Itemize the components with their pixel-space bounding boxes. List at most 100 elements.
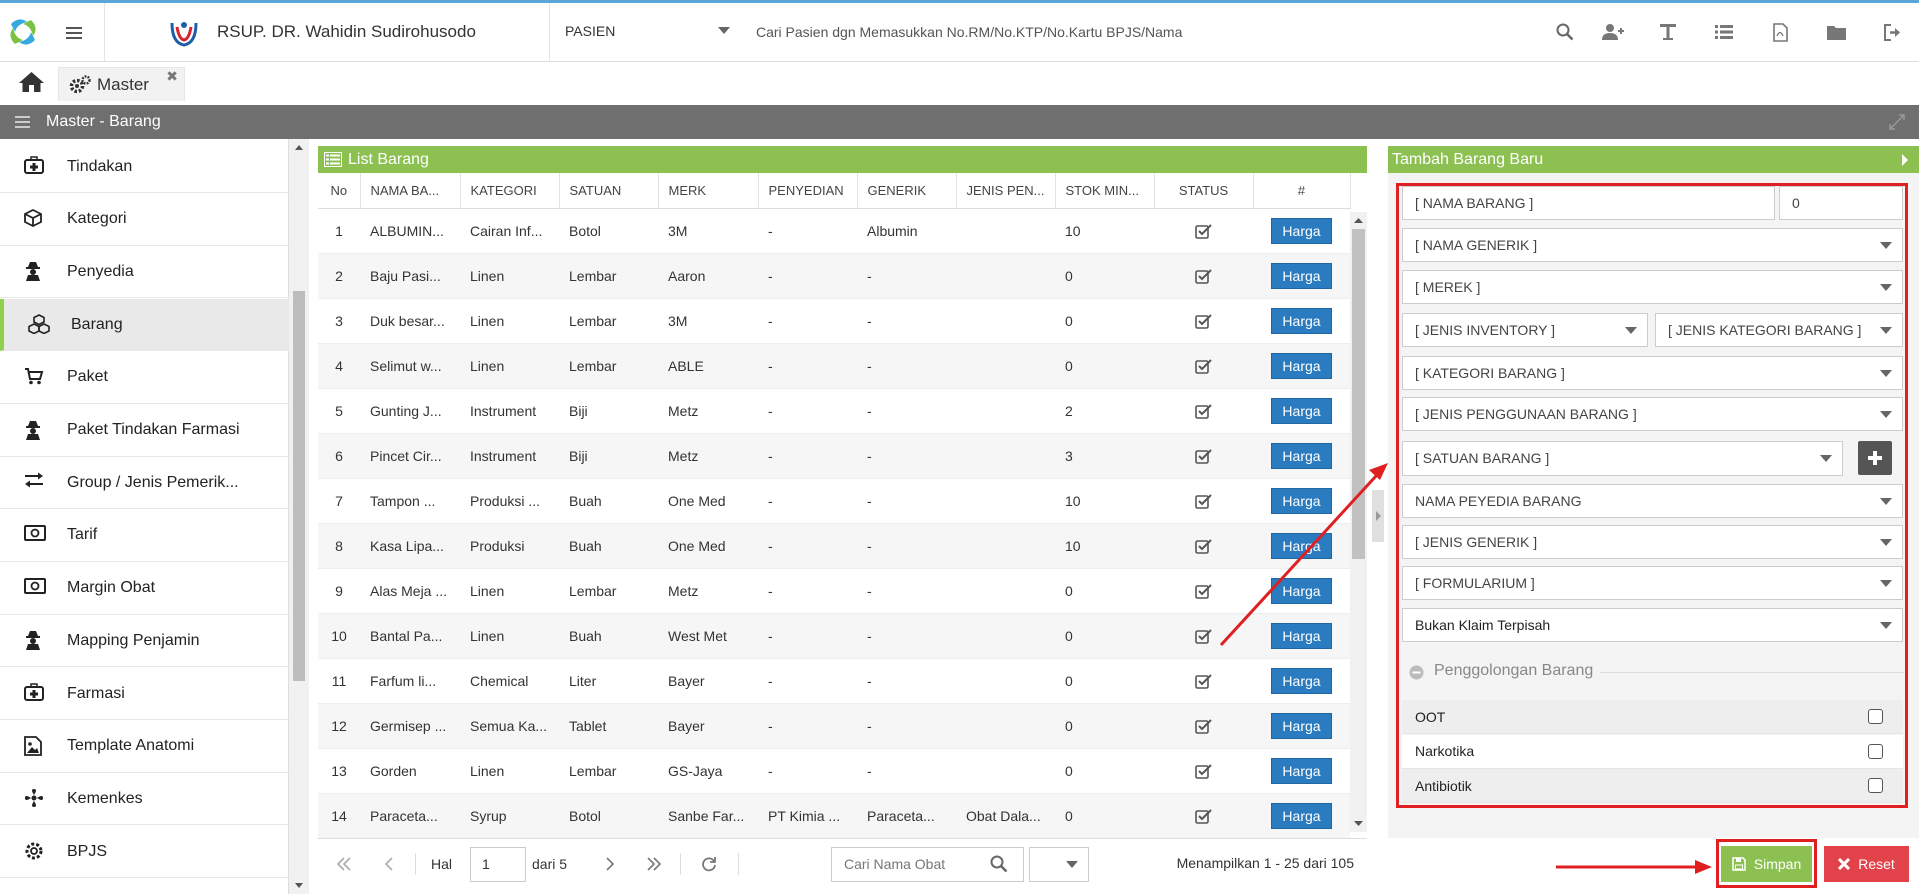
table-row[interactable]: 1 ALBUMIN... Cairan Inf... Botol 3M - Albumin 1… bbox=[318, 208, 1350, 254]
first-page-icon[interactable] bbox=[336, 839, 352, 889]
expand-icon[interactable] bbox=[1889, 114, 1905, 130]
reset-button[interactable]: Reset bbox=[1824, 846, 1909, 882]
sidebar-item-template-anatomi[interactable]: Template Anatomi bbox=[0, 721, 289, 773]
checked-checkbox-icon[interactable] bbox=[1194, 448, 1213, 464]
harga-button[interactable]: Harga bbox=[1271, 217, 1332, 244]
refresh-icon[interactable] bbox=[701, 839, 717, 889]
sidebar-item-mapping-penjamin[interactable]: Mapping Penjamin bbox=[0, 615, 289, 668]
sidebar-item-tindakan[interactable]: Tindakan bbox=[0, 141, 289, 193]
checked-checkbox-icon[interactable] bbox=[1194, 268, 1213, 284]
sidebar-item-kategori[interactable]: Kategori bbox=[0, 194, 289, 246]
search-category-select[interactable]: PASIEN bbox=[565, 23, 615, 39]
menu-icon[interactable] bbox=[15, 116, 30, 128]
checked-checkbox-icon[interactable] bbox=[1194, 718, 1213, 734]
column-header[interactable]: # bbox=[1253, 173, 1351, 209]
checked-checkbox-icon[interactable] bbox=[1194, 673, 1213, 689]
column-header[interactable]: MERK bbox=[658, 173, 759, 209]
folder-icon[interactable] bbox=[1824, 20, 1848, 44]
sidebar-scrollbar[interactable] bbox=[289, 139, 309, 894]
checked-checkbox-icon[interactable] bbox=[1194, 808, 1213, 824]
table-row[interactable]: 3 Duk besar... Linen Lembar 3M - -0 Harga bbox=[318, 298, 1350, 344]
sidebar-item-bpjs[interactable]: BPJS bbox=[0, 826, 289, 879]
home-icon[interactable] bbox=[18, 71, 45, 93]
sidebar-item-tarif[interactable]: Tarif bbox=[0, 510, 289, 562]
harga-button[interactable]: Harga bbox=[1271, 667, 1332, 694]
close-icon[interactable]: ✖ bbox=[166, 68, 178, 85]
sidebar-item-barang[interactable]: Barang bbox=[0, 299, 289, 352]
harga-button[interactable]: Harga bbox=[1271, 577, 1332, 604]
table-scrollbar[interactable] bbox=[1350, 212, 1367, 832]
tab-master[interactable]: Master ✖ bbox=[58, 67, 185, 101]
column-header[interactable]: No bbox=[318, 173, 361, 209]
column-header[interactable]: KATEGORI bbox=[460, 173, 560, 209]
table-row[interactable]: 4 Selimut w... Linen Lembar ABLE - -0 Harga bbox=[318, 343, 1350, 389]
table-row[interactable]: 5 Gunting J... Instrument Biji Metz - -2 Harga bbox=[318, 388, 1350, 434]
harga-button[interactable]: Harga bbox=[1271, 262, 1332, 289]
column-header[interactable]: GENERIK bbox=[857, 173, 957, 209]
checked-checkbox-icon[interactable] bbox=[1194, 538, 1213, 554]
checked-checkbox-icon[interactable] bbox=[1194, 763, 1213, 779]
checked-checkbox-icon[interactable] bbox=[1194, 358, 1213, 374]
harga-button[interactable]: Harga bbox=[1271, 487, 1332, 514]
checked-checkbox-icon[interactable] bbox=[1194, 403, 1213, 419]
table-row[interactable]: 6 Pincet Cir... Instrument Biji Metz - -3 Harga bbox=[318, 433, 1350, 479]
hamburger-menu-button[interactable] bbox=[51, 15, 97, 51]
sidebar-item-penyedia[interactable]: Penyedia bbox=[0, 246, 289, 299]
table-row[interactable]: 9 Alas Meja ... Linen Lembar Metz - -0 Harga bbox=[318, 568, 1350, 614]
add-user-icon[interactable] bbox=[1601, 20, 1625, 44]
table-scroll-thumb[interactable] bbox=[1352, 229, 1365, 559]
page-number-input[interactable]: 1 bbox=[470, 847, 526, 882]
column-header[interactable]: NAMA BA... bbox=[360, 173, 461, 209]
table-row[interactable]: 7 Tampon ... Produksi ... Buah One Med - -10 Ha… bbox=[318, 478, 1350, 524]
harga-button[interactable]: Harga bbox=[1271, 712, 1332, 739]
search-icon[interactable] bbox=[990, 855, 1008, 873]
sidebar-item-paket-tindakan-farmasi[interactable]: Paket Tindakan Farmasi bbox=[0, 405, 289, 457]
checked-checkbox-icon[interactable] bbox=[1194, 628, 1213, 644]
harga-button[interactable]: Harga bbox=[1271, 352, 1332, 379]
table-row[interactable]: 2 Baju Pasi... Linen Lembar Aaron - -0 Harga bbox=[318, 253, 1350, 299]
harga-button[interactable]: Harga bbox=[1271, 397, 1332, 424]
harga-button[interactable]: Harga bbox=[1271, 532, 1332, 559]
search-icon[interactable] bbox=[1553, 20, 1577, 44]
harga-button[interactable]: Harga bbox=[1271, 757, 1332, 784]
next-page-icon[interactable] bbox=[605, 839, 615, 889]
column-header[interactable]: PENYEDIAN bbox=[758, 173, 858, 209]
sidebar-item-kemenkes[interactable]: Kemenkes bbox=[0, 773, 289, 826]
table-row[interactable]: 14 Paraceta... Syrup Botol Sanbe Far... PT Ki… bbox=[318, 793, 1350, 839]
checked-checkbox-icon[interactable] bbox=[1194, 313, 1213, 329]
caret-right-icon[interactable] bbox=[1901, 154, 1909, 166]
sidebar-item-paket[interactable]: Paket bbox=[0, 352, 289, 404]
table-row[interactable]: 8 Kasa Lipa... Produksi Buah One Med - -10 Harg… bbox=[318, 523, 1350, 569]
patient-search-input[interactable]: Cari Pasien dgn Memasukkan No.RM/No.KTP/… bbox=[756, 24, 1182, 40]
text-icon[interactable] bbox=[1656, 20, 1680, 44]
column-header[interactable]: STATUS bbox=[1154, 173, 1254, 209]
sidebar-item-group-jenis-pemerik[interactable]: Group / Jenis Pemerik... bbox=[0, 457, 289, 510]
checked-checkbox-icon[interactable] bbox=[1194, 223, 1213, 239]
prev-page-icon[interactable] bbox=[384, 839, 394, 889]
page-size-select[interactable] bbox=[1029, 847, 1089, 882]
last-page-icon[interactable] bbox=[646, 839, 662, 889]
harga-button[interactable]: Harga bbox=[1271, 442, 1332, 469]
table-row[interactable]: 10 Bantal Pa... Linen Buah West Met - -0 Harga bbox=[318, 613, 1350, 659]
sidebar-item-farmasi[interactable]: Farmasi bbox=[0, 668, 289, 720]
harga-button[interactable]: Harga bbox=[1271, 307, 1332, 334]
logout-icon[interactable] bbox=[1880, 20, 1904, 44]
table-row[interactable]: 11 Farfum li... Chemical Liter Bayer - -0 Harga bbox=[318, 658, 1350, 704]
list-icon[interactable] bbox=[1712, 20, 1736, 44]
table-row[interactable]: 12 Germisep ... Semua Ka... Tablet Bayer - -0 H… bbox=[318, 703, 1350, 749]
app-logo[interactable] bbox=[0, 3, 46, 61]
column-header[interactable]: STOK MIN... bbox=[1055, 173, 1155, 209]
checked-checkbox-icon[interactable] bbox=[1194, 493, 1213, 509]
harga-button[interactable]: Harga bbox=[1271, 622, 1332, 649]
column-header[interactable]: SATUAN bbox=[559, 173, 659, 209]
save-button[interactable]: Simpan bbox=[1721, 846, 1812, 882]
table-row[interactable]: 13 Gorden Linen Lembar GS-Jaya - -0 Harga bbox=[318, 748, 1350, 794]
pdf-icon[interactable] bbox=[1768, 20, 1792, 44]
panel-collapse-handle[interactable] bbox=[1372, 490, 1384, 542]
sidebar-scroll-thumb[interactable] bbox=[293, 291, 305, 681]
chevron-down-icon[interactable] bbox=[718, 27, 730, 35]
checked-checkbox-icon[interactable] bbox=[1194, 583, 1213, 599]
column-header[interactable]: JENIS PEN... bbox=[956, 173, 1056, 209]
sidebar-item-margin-obat[interactable]: Margin Obat bbox=[0, 563, 289, 615]
harga-button[interactable]: Harga bbox=[1271, 802, 1332, 829]
